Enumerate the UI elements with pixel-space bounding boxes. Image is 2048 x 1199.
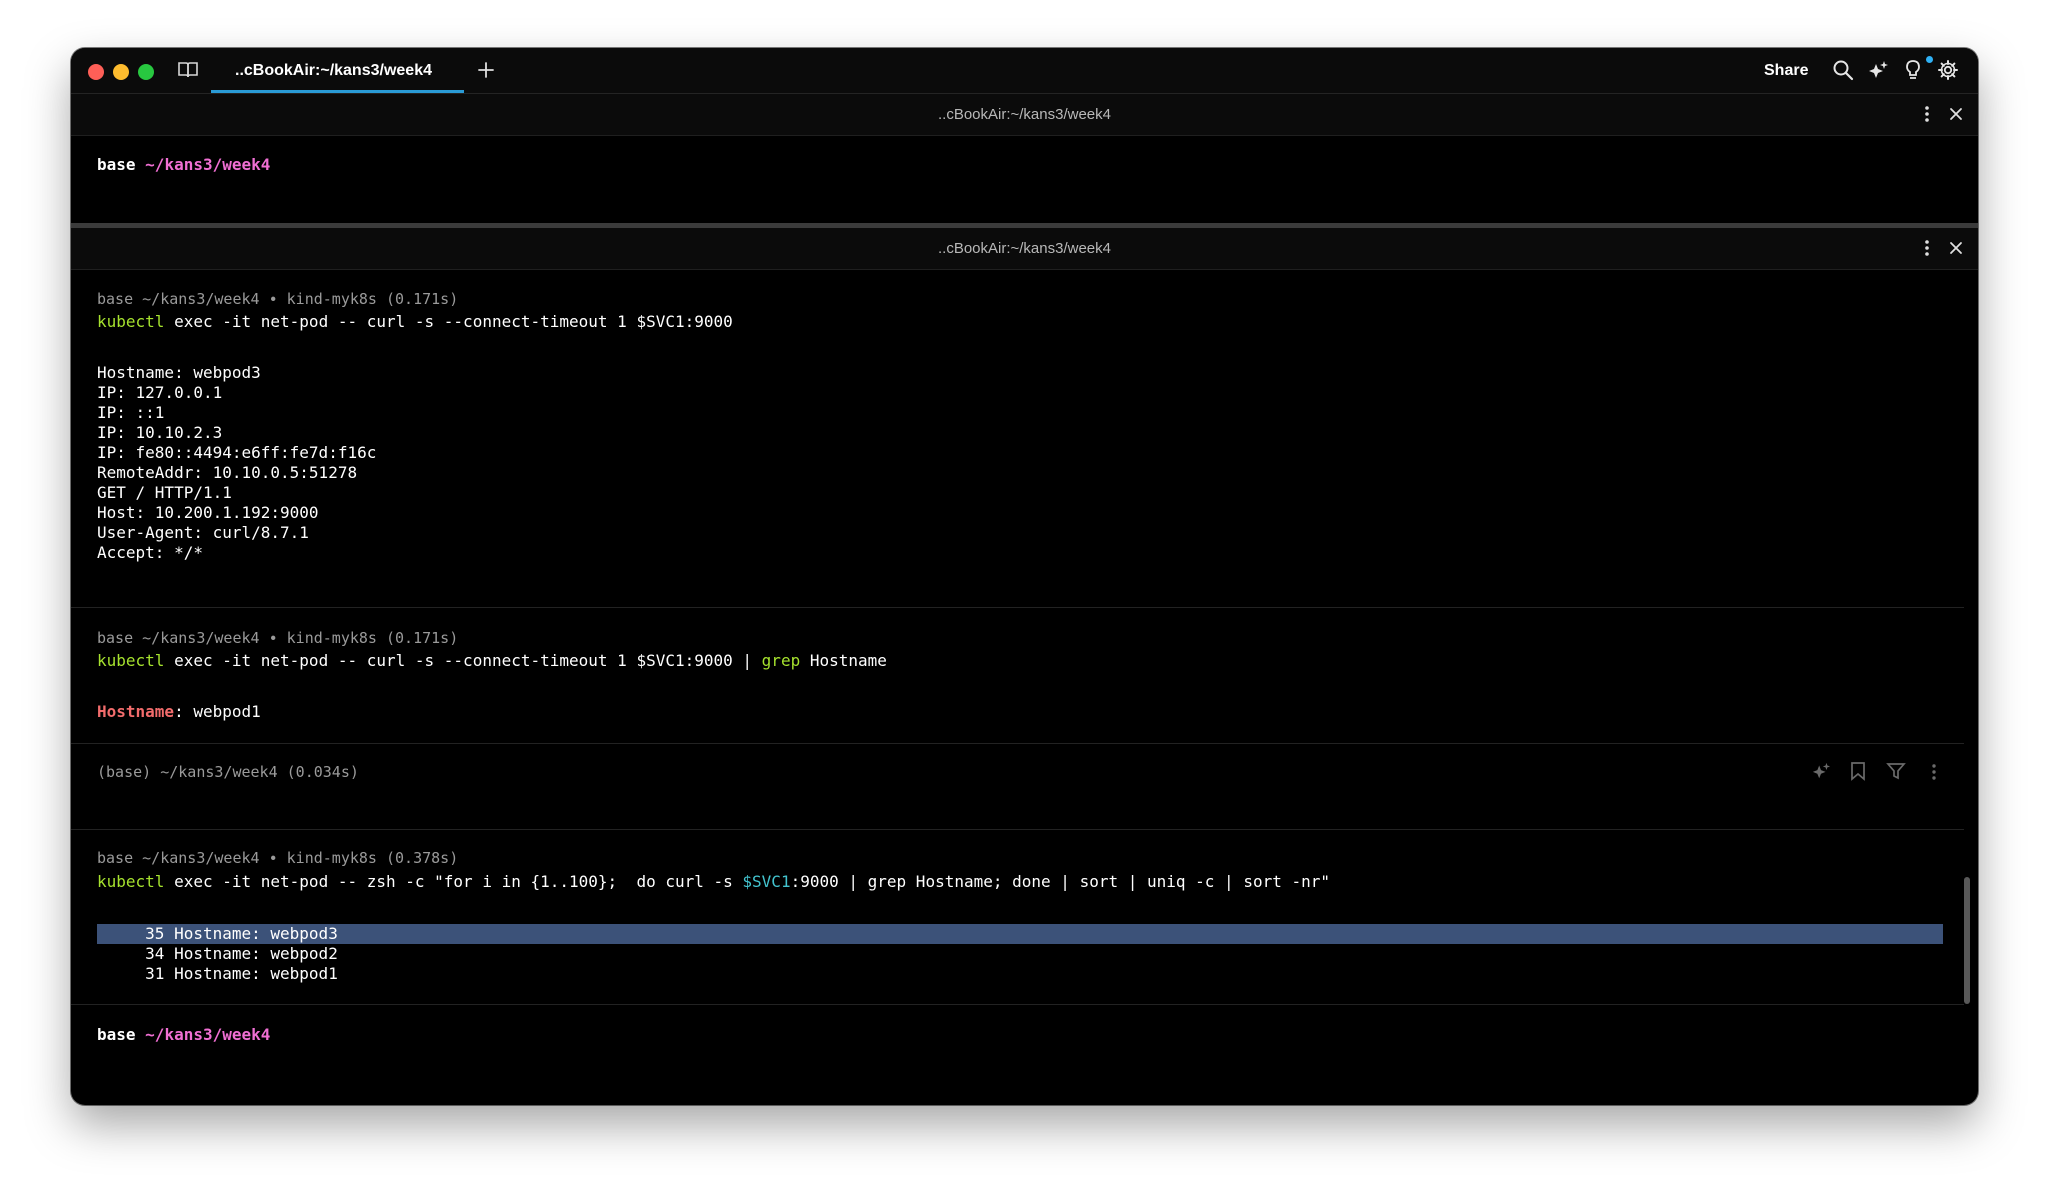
top-pane-more-icon[interactable] — [1924, 105, 1930, 123]
command-text: :9000 | grep Hostname; done | sort | uni… — [790, 872, 1331, 891]
plus-icon[interactable] — [475, 59, 497, 81]
command-keyword: grep — [761, 651, 801, 670]
zoom-window-button[interactable] — [138, 64, 154, 80]
selected-line-highlight — [97, 924, 1943, 944]
tab-active-indicator — [211, 90, 464, 93]
command-text: exec -it net-pod -- curl -s --connect-ti… — [164, 312, 733, 331]
block-2-output: Hostname: webpod1 — [97, 702, 261, 722]
prompt-path: ~/kans3/week4 — [145, 155, 271, 174]
command-text: exec -it net-pod -- curl -s --connect-ti… — [164, 651, 762, 670]
bottom-pane-close-icon[interactable] — [1948, 240, 1964, 256]
book-icon[interactable] — [177, 60, 199, 80]
block-4-command[interactable]: kubectl exec -it net-pod -- zsh -c "for … — [97, 872, 1330, 892]
ai-sparkle-icon[interactable] — [1867, 59, 1889, 81]
block-1-command[interactable]: kubectl exec -it net-pod -- curl -s --co… — [97, 312, 733, 332]
prompt-path: ~/kans3/week4 — [145, 1025, 271, 1044]
bottom-pane-header: ..cBookAir:~/kans3/week4 — [71, 228, 1978, 270]
bottom-pane-title: ..cBookAir:~/kans3/week4 — [937, 240, 1111, 257]
command-keyword: kubectl — [97, 651, 165, 670]
top-pane-title: ..cBookAir:~/kans3/week4 — [937, 106, 1111, 123]
command-keyword: kubectl — [97, 872, 165, 891]
block-separator — [71, 743, 1964, 744]
block-3-meta: (base) ~/kans3/week4 (0.034s) — [97, 763, 359, 781]
block-4-meta: base ~/kans3/week4 ∙ kind-myk8s (0.378s) — [97, 849, 459, 867]
block-1-output: Hostname: webpod3 IP: 127.0.0.1 IP: ::1 … — [97, 363, 377, 562]
lightbulb-icon[interactable] — [1902, 59, 1924, 81]
grep-match: Hostname — [97, 702, 175, 721]
bookmark-icon[interactable] — [1849, 761, 1867, 781]
block-1-meta: base ~/kans3/week4 ∙ kind-myk8s (0.171s) — [97, 290, 459, 308]
result-line[interactable]: 35 Hostname: webpod3 — [97, 924, 338, 944]
scrollbar-thumb[interactable] — [1964, 877, 1970, 1004]
result-line[interactable]: 34 Hostname: webpod2 — [97, 944, 338, 964]
ai-sparkle-icon[interactable] — [1811, 761, 1831, 781]
block-2-meta: base ~/kans3/week4 ∙ kind-myk8s (0.171s) — [97, 629, 459, 647]
title-bar: ..cBookAir:~/kans3/week4 Share — [71, 48, 1978, 94]
prompt-base: base — [97, 155, 136, 174]
command-variable: $SVC1 — [742, 872, 791, 891]
tab-title: ..cBookAir:~/kans3/week4 — [235, 62, 432, 79]
terminal-window: ..cBookAir:~/kans3/week4 Share ..cBookAi… — [71, 48, 1978, 1105]
result-line[interactable]: 31 Hostname: webpod1 — [97, 964, 338, 984]
tab-active[interactable]: ..cBookAir:~/kans3/week4 — [211, 48, 464, 93]
block-separator — [71, 607, 1964, 608]
input-prompt[interactable]: base ~/kans3/week4 — [97, 1025, 270, 1045]
command-text: Hostname — [800, 651, 887, 670]
command-text: exec -it net-pod -- zsh -c "for i in {1.… — [164, 872, 743, 891]
top-pane-close-icon[interactable] — [1948, 106, 1964, 122]
block-separator — [71, 1004, 1964, 1005]
command-keyword: kubectl — [97, 312, 165, 331]
notification-dot — [1926, 56, 1933, 63]
block-2-command[interactable]: kubectl exec -it net-pod -- curl -s --co… — [97, 651, 887, 671]
prompt-base: base — [97, 1025, 136, 1044]
output-text: : webpod1 — [174, 702, 261, 721]
share-button[interactable]: Share — [1764, 62, 1808, 80]
top-pane-header: ..cBookAir:~/kans3/week4 — [71, 94, 1978, 136]
search-icon[interactable] — [1832, 59, 1854, 81]
gear-icon[interactable] — [1937, 59, 1959, 81]
block-separator — [71, 829, 1964, 830]
close-window-button[interactable] — [88, 64, 104, 80]
filter-icon[interactable] — [1886, 761, 1906, 781]
top-pane-prompt[interactable]: base ~/kans3/week4 — [97, 155, 270, 175]
bottom-pane-more-icon[interactable] — [1924, 239, 1930, 257]
minimize-window-button[interactable] — [113, 64, 129, 80]
block-more-icon[interactable] — [1931, 763, 1937, 781]
